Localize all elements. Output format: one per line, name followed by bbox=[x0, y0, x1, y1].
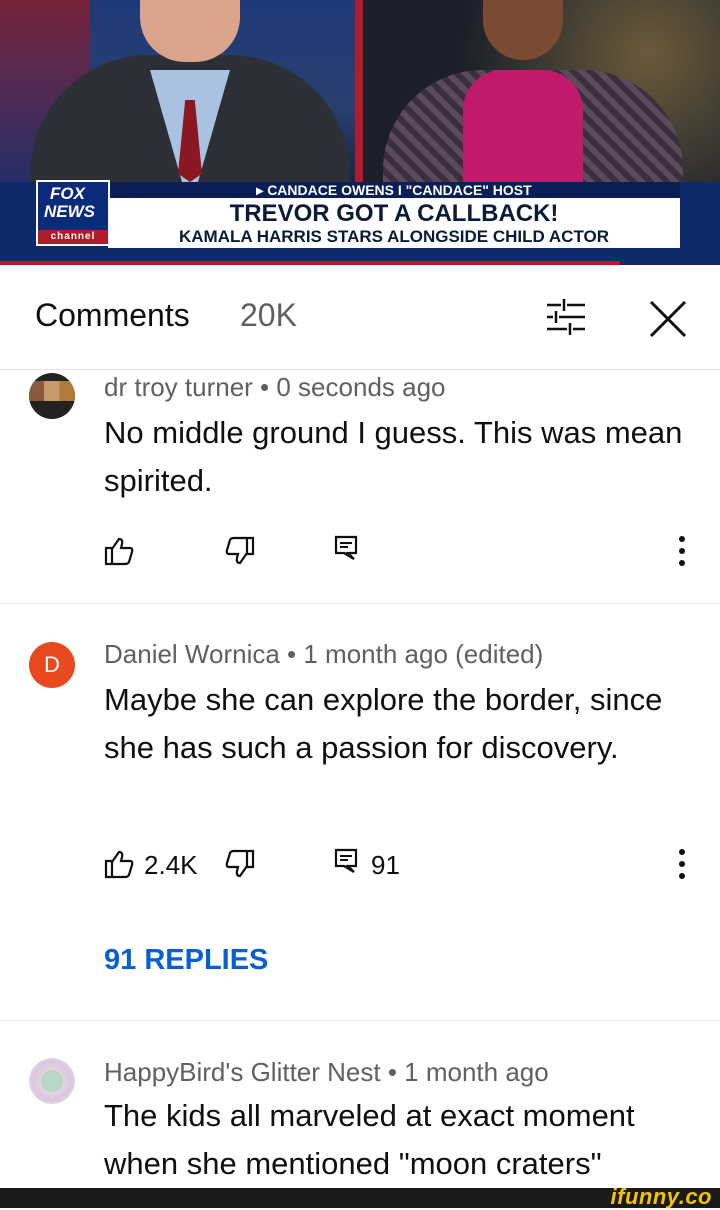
video-frame[interactable]: ▸ CANDACE OWENS I "CANDACE" HOST TREVOR … bbox=[0, 0, 720, 265]
view-replies-link[interactable]: 91 REPLIES bbox=[104, 944, 268, 977]
guest-video-panel bbox=[363, 0, 720, 182]
like-icon[interactable] bbox=[103, 535, 135, 567]
comment-meta: dr troy turner • 0 seconds ago bbox=[104, 372, 446, 402]
comment-item: HappyBird's Glitter Nest • 1 month ago T… bbox=[0, 1054, 720, 1188]
comment-item: dr troy turner • 0 seconds ago No middle… bbox=[0, 370, 720, 602]
comments-header: Comments 20K bbox=[0, 265, 720, 370]
divider bbox=[0, 1020, 720, 1021]
comments-title: Comments bbox=[35, 297, 190, 333]
comment-actions bbox=[0, 535, 720, 575]
host-video-panel bbox=[0, 0, 360, 182]
more-options-icon[interactable] bbox=[678, 848, 686, 880]
reply-icon[interactable] bbox=[334, 848, 358, 874]
subheadline: KAMALA HARRIS STARS ALONGSIDE CHILD ACTO… bbox=[178, 227, 610, 246]
reply-icon[interactable] bbox=[334, 535, 358, 561]
close-icon[interactable] bbox=[648, 299, 688, 339]
more-options-icon[interactable] bbox=[678, 535, 686, 567]
comment-meta: Daniel Wornica • 1 month ago (edited) bbox=[104, 639, 544, 669]
dislike-icon[interactable] bbox=[224, 535, 256, 567]
avatar[interactable] bbox=[29, 373, 75, 419]
sort-filter-icon[interactable] bbox=[545, 299, 587, 335]
ifunny-watermark: ifunny.co bbox=[610, 1184, 712, 1209]
divider bbox=[0, 603, 720, 604]
comment-meta: HappyBird's Glitter Nest • 1 month ago bbox=[104, 1057, 549, 1087]
reply-count: 91 bbox=[371, 850, 400, 880]
comment-text: The kids all marveled at exact moment wh… bbox=[104, 1098, 635, 1181]
dislike-icon[interactable] bbox=[224, 848, 256, 880]
comment-text: Maybe she can explore the border, since … bbox=[104, 682, 663, 765]
headline: TREVOR GOT A CALLBACK! bbox=[229, 200, 559, 227]
like-count: 2.4K bbox=[144, 850, 198, 880]
comment-item: D Daniel Wornica • 1 month ago (edited) … bbox=[0, 636, 720, 1020]
fox-news-logo: FOX NEWS channel bbox=[36, 180, 110, 246]
headline-banner: TREVOR GOT A CALLBACK! KAMALA HARRIS STA… bbox=[108, 198, 680, 248]
like-icon[interactable] bbox=[103, 848, 135, 880]
comment-text: No middle ground I guess. This was mean … bbox=[104, 415, 683, 498]
avatar[interactable] bbox=[29, 1058, 75, 1104]
banner-top: ▸ CANDACE OWENS I "CANDACE" HOST bbox=[108, 182, 680, 198]
comment-actions: 2.4K 91 bbox=[0, 848, 720, 888]
avatar[interactable]: D bbox=[29, 642, 75, 688]
comments-count: 20K bbox=[240, 297, 297, 333]
